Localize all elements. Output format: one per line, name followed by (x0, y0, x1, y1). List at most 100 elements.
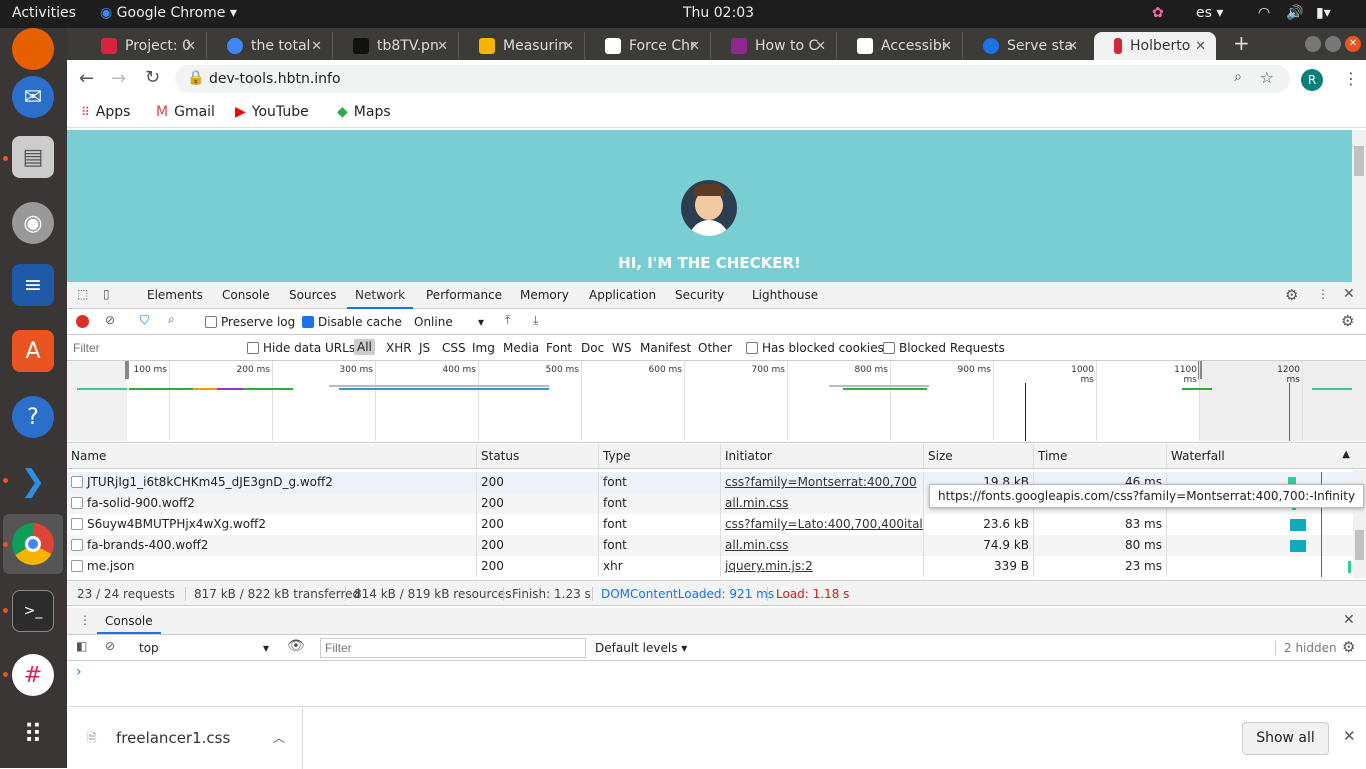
new-tab-button[interactable]: + (1233, 31, 1250, 55)
close-tab-icon[interactable]: ✕ (941, 39, 952, 54)
close-tab-icon[interactable]: ✕ (437, 39, 448, 54)
close-tab-icon[interactable]: ✕ (815, 39, 826, 54)
preserve-log-checkbox[interactable]: Preserve log (205, 315, 295, 329)
network-settings-icon[interactable]: ⚙ (1341, 312, 1354, 330)
tab[interactable]: How to C ✕ (710, 32, 836, 60)
vscode-icon[interactable]: ❯ (12, 460, 54, 502)
clock[interactable]: Thu 02:03 (683, 5, 754, 21)
search-icon[interactable]: ⌕ (168, 312, 175, 327)
address-bar[interactable]: 🔒 dev-tools.hbtn.info ⌕ ☆ (175, 65, 1290, 93)
tab[interactable]: tb8TV.pn ✕ (332, 32, 458, 60)
rhythmbox-icon[interactable]: ◉ (12, 202, 54, 244)
request-initiator[interactable]: css?family=Montserrat:400,700 (720, 472, 923, 493)
inspect-element-icon[interactable]: ⬚ (77, 287, 88, 301)
bookmark-gmail[interactable]: M Gmail (156, 104, 215, 120)
column-status[interactable]: Status (476, 444, 598, 468)
clear-console-icon[interactable]: ⊘ (105, 639, 115, 653)
console-input[interactable]: › (67, 662, 1366, 706)
close-shelf-icon[interactable]: ✕ (1343, 727, 1356, 745)
tab-lighthouse[interactable]: Lighthouse (752, 288, 818, 302)
request-initiator[interactable]: all.min.css (720, 535, 923, 556)
forward-button[interactable]: → (111, 68, 126, 89)
lock-icon[interactable]: 🔒 (187, 70, 204, 86)
close-tab-icon[interactable]: ✕ (311, 39, 322, 54)
profile-avatar[interactable]: R (1301, 69, 1323, 91)
tab-memory[interactable]: Memory (520, 288, 569, 302)
request-initiator[interactable]: css?family=Lato:400,700,400italic... (720, 514, 923, 535)
settings-gear-icon[interactable]: ⚙ (1285, 286, 1298, 304)
type-filter-ws[interactable]: WS (612, 341, 631, 355)
type-filter-manifest[interactable]: Manifest (640, 341, 691, 355)
tab-performance[interactable]: Performance (426, 288, 502, 302)
indicator-icon[interactable]: ✿ (1152, 5, 1164, 21)
show-all-button[interactable]: Show all (1242, 722, 1329, 755)
close-devtools-icon[interactable]: ✕ (1343, 286, 1355, 302)
request-name[interactable]: S6uyw4BMUTPHjx4wXg.woff2 (67, 514, 476, 535)
request-row[interactable]: S6uyw4BMUTPHjx4wXg.woff2 200 font css?fa… (67, 514, 1366, 535)
column-initiator[interactable]: Initiator (720, 444, 923, 468)
request-row[interactable]: me.json 200 xhr jquery.min.js:2 339 B 23… (67, 556, 1366, 577)
export-har-icon[interactable]: ⤓ (533, 313, 538, 328)
type-filter-doc[interactable]: Doc (581, 341, 604, 355)
tab-security[interactable]: Security (675, 288, 724, 302)
tab-network[interactable]: Network (347, 288, 414, 309)
zoom-icon[interactable]: ⌕ (1234, 69, 1242, 85)
column-type[interactable]: Type (598, 444, 720, 468)
writer-icon[interactable]: ≡ (12, 264, 54, 306)
type-filter-js[interactable]: JS (419, 341, 430, 355)
sidebar-toggle-icon[interactable]: ◧ (76, 639, 87, 653)
close-window-button[interactable]: ✕ (1345, 36, 1361, 52)
page-scrollbar[interactable] (1352, 130, 1366, 282)
throttling-select[interactable]: Online ▾ (414, 315, 484, 329)
close-tab-icon[interactable]: ✕ (1195, 39, 1206, 54)
tab-active[interactable]: Holberto ✕ (1094, 32, 1216, 60)
request-initiator[interactable]: jquery.min.js:2 (720, 556, 923, 577)
tab[interactable]: Project: 0 ✕ (81, 32, 206, 60)
drawer-menu-icon[interactable]: ⋮ (79, 613, 91, 627)
app-menu[interactable]: ◉ Google Chrome ▾ (100, 5, 237, 21)
show-apps-icon[interactable]: ⠿ (12, 714, 54, 756)
disable-cache-checkbox[interactable]: Disable cache (302, 315, 402, 329)
request-row[interactable]: fa-brands-400.woff2 200 font all.min.css… (67, 535, 1366, 556)
tab-application[interactable]: Application (589, 288, 656, 302)
help-icon[interactable]: ? (12, 396, 54, 438)
reload-button[interactable]: ↻ (145, 67, 160, 88)
thunderbird-icon[interactable]: ✉ (12, 76, 54, 118)
column-waterfall[interactable]: Waterfall ▲ (1166, 444, 1356, 468)
close-drawer-icon[interactable]: ✕ (1343, 612, 1355, 628)
filter-input[interactable] (69, 338, 233, 357)
context-select[interactable]: top ▾ (139, 641, 269, 655)
minimize-button[interactable] (1305, 36, 1321, 52)
chrome-icon[interactable] (12, 523, 54, 565)
request-name[interactable]: JTURjIg1_i6t8kCHKm45_dJE3gnD_g.woff2 (67, 472, 476, 493)
tab[interactable]: Force Chr ✕ (584, 32, 710, 60)
bookmark-maps[interactable]: ◆ Maps (337, 104, 391, 120)
terminal-icon[interactable]: >_ (12, 590, 54, 632)
request-name[interactable]: fa-brands-400.woff2 (67, 535, 476, 556)
tab-elements[interactable]: Elements (147, 288, 203, 302)
bookmark-star-icon[interactable]: ☆ (1260, 68, 1274, 87)
type-filter-media[interactable]: Media (503, 341, 539, 355)
drawer-tab-console[interactable]: Console (97, 608, 161, 634)
console-settings-icon[interactable]: ⚙ (1342, 638, 1355, 656)
close-tab-icon[interactable]: ✕ (563, 39, 574, 54)
bookmark-apps[interactable]: ⠿ Apps (81, 104, 130, 120)
column-size[interactable]: Size (923, 444, 1033, 468)
record-button[interactable] (76, 315, 89, 328)
tab[interactable]: Accessibi ✕ (836, 32, 962, 60)
has-blocked-cookies-checkbox[interactable]: Has blocked cookies (746, 341, 884, 355)
request-name[interactable]: me.json (67, 556, 476, 577)
software-icon[interactable]: A (12, 330, 54, 372)
slack-icon[interactable]: # (12, 654, 54, 696)
files-icon[interactable]: ▤ (12, 136, 54, 178)
more-options-icon[interactable]: ⋮ (1317, 287, 1329, 301)
type-filter-font[interactable]: Font (546, 341, 572, 355)
tab-sources[interactable]: Sources (289, 288, 336, 302)
volume-icon[interactable]: 🔊 (1286, 5, 1303, 21)
column-time[interactable]: Time (1033, 444, 1166, 468)
menu-icon[interactable]: ⋮ (1343, 69, 1359, 88)
close-tab-icon[interactable]: ✕ (689, 39, 700, 54)
log-levels-select[interactable]: Default levels ▾ (595, 641, 687, 655)
close-tab-icon[interactable]: ✕ (185, 39, 196, 54)
live-expression-eye-icon[interactable]: 👁 (287, 638, 305, 654)
